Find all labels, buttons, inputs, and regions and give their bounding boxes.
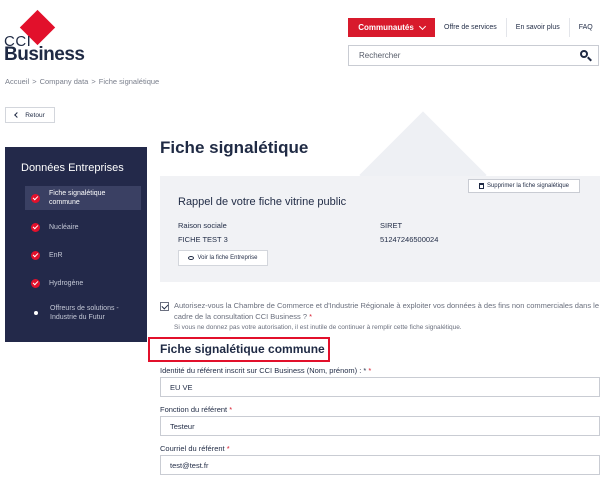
required-asterisk: * [226,444,230,453]
sidebar-item-nucleaire[interactable]: Nucléaire [25,221,141,233]
sidebar-item-hydrogene[interactable]: Hydrogène [25,277,141,289]
fiche-vitrine-card: Supprimer la fiche signalétique Rappel d… [160,176,600,282]
field-label-identite: Identité du référent inscrit sur CCI Bus… [160,366,371,375]
view-fiche-label: Voir la fiche Entreprise [197,255,258,261]
required-asterisk: * [229,405,233,414]
identite-referent-field [160,377,600,397]
communautes-label: Communautés [358,23,414,32]
fonction-referent-field [160,416,600,436]
delete-fiche-label: Supprimer la fiche signalétique [486,183,570,189]
courriel-referent-field [160,455,600,475]
required-asterisk: * [309,312,313,321]
breadcrumb-separator: > [91,77,96,86]
breadcrumb-accueil[interactable]: Accueil [5,77,29,86]
breadcrumb-separator: > [32,77,37,86]
top-navigation: Communautés Offre de services En savoir … [348,18,602,37]
sidebar-item-label: EnR [49,251,63,259]
card-heading: Rappel de votre fiche vitrine public [178,196,347,208]
sidebar-title: Données Entreprises [21,162,124,174]
logo-business-text: Business [4,44,85,65]
raison-sociale-label: Raison sociale [178,221,227,230]
consent-checkbox[interactable] [160,302,169,311]
breadcrumb-company-data[interactable]: Company data [40,77,89,86]
breadcrumb-current: Fiche signalétique [98,77,160,86]
siret-label: SIRET [380,221,403,230]
field-label-courriel: Courriel du référent * [160,444,230,453]
sidebar-item-enr[interactable]: EnR [25,249,141,261]
section-title: Fiche signalétique commune [160,342,325,356]
raison-sociale-value: FICHE TEST 3 [178,235,228,244]
check-icon [31,222,40,232]
courriel-referent-input[interactable] [161,456,599,474]
siret-value: 51247246500024 [380,235,439,244]
breadcrumb: Accueil > Company data > Fiche signaléti… [5,77,159,86]
back-button[interactable]: Retour [5,107,55,123]
field-label-fonction: Fonction du référent * [160,405,232,414]
delete-fiche-button[interactable]: Supprimer la fiche signalétique [468,179,580,193]
sidebar: Données Entreprises Fiche signalétique c… [5,147,147,342]
field-label-text: Fonction du référent [160,405,228,414]
nav-link-en-savoir-plus[interactable]: En savoir plus [507,18,570,37]
fonction-referent-input[interactable] [161,417,599,435]
chevron-left-icon [14,112,21,118]
check-icon [31,278,40,288]
sidebar-item-label: Nucléaire [49,223,79,231]
sidebar-item-fiche-signaletique[interactable]: Fiche signalétique commune [25,186,141,210]
required-asterisk: * [368,366,372,375]
trash-icon [478,183,484,189]
search-icon[interactable] [574,46,598,65]
sidebar-item-label: Offreurs de solutions - Industrie du Fut… [50,305,119,321]
search-bar [348,45,599,66]
sidebar-item-label: Fiche signalétique commune [49,190,106,206]
check-icon [31,250,40,260]
view-fiche-entreprise-button[interactable]: Voir la fiche Entreprise [178,250,268,266]
check-icon [31,193,40,203]
consent-label: Autorisez-vous la Chambre de Commerce et… [174,301,599,321]
consent-text: Autorisez-vous la Chambre de Commerce et… [174,300,602,322]
sidebar-item-label: Hydrogène [49,279,84,287]
search-input[interactable] [349,46,574,65]
nav-link-offre-de-services[interactable]: Offre de services [435,18,507,37]
sidebar-item-offreurs-de-solutions[interactable]: Offreurs de solutions - Industrie du Fut… [25,303,141,323]
eye-icon [188,256,195,260]
back-label: Retour [25,111,45,119]
chevron-down-icon [418,22,426,30]
page-title: Fiche signalétique [160,138,309,157]
communautes-dropdown-button[interactable]: Communautés [348,18,435,37]
field-label-text: Courriel du référent [160,444,225,453]
cci-business-logo[interactable]: CCI Business [4,9,85,65]
bullet-dot-icon [34,311,38,315]
identite-referent-input[interactable] [161,378,599,396]
field-label-text: Identité du référent inscrit sur CCI Bus… [160,366,367,375]
consent-note: Si vous ne donnez pas votre autorisation… [174,324,462,331]
nav-link-faq[interactable]: FAQ [570,18,602,37]
